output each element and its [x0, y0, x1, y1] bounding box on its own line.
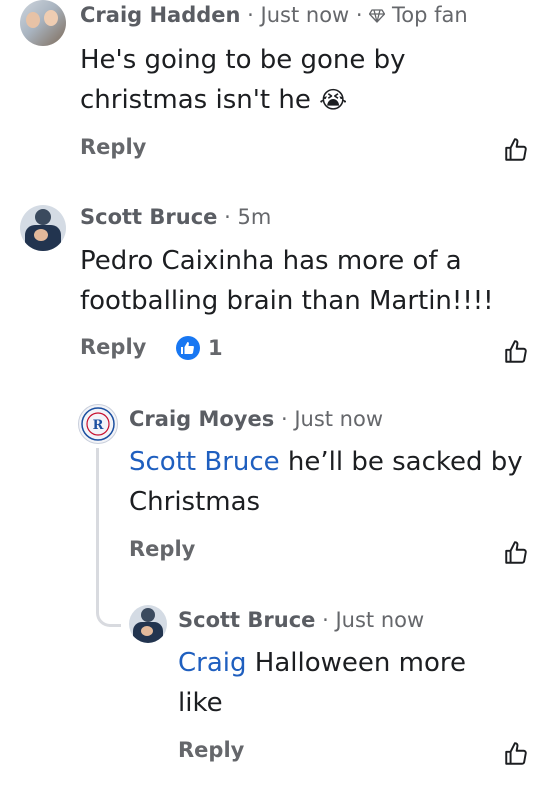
comment-meta: Craig Hadden · Just now · Top fan: [80, 3, 468, 27]
comment-meta: Scott Bruce · 5m: [80, 205, 271, 229]
top-fan-badge: Top fan: [391, 3, 468, 27]
mention-link[interactable]: Scott Bruce: [129, 447, 280, 477]
timestamp[interactable]: Just now: [335, 608, 424, 632]
comment-meta: Scott Bruce · Just now: [178, 608, 424, 632]
thumbs-up-icon[interactable]: [503, 741, 529, 767]
author-name[interactable]: Craig Hadden: [80, 3, 240, 27]
separator: ·: [322, 608, 329, 632]
diamond-icon: [369, 3, 392, 27]
crying-emoji: 😭: [319, 86, 348, 114]
thumbs-up-icon[interactable]: [503, 137, 529, 163]
thread-line: [96, 448, 121, 627]
like-badge-icon: [176, 336, 200, 360]
author-name[interactable]: Scott Bruce: [178, 608, 315, 632]
reaction-count: 1: [208, 336, 223, 360]
author-name[interactable]: Scott Bruce: [80, 205, 217, 229]
svg-text:R: R: [93, 418, 104, 433]
thumbs-up-icon[interactable]: [503, 339, 529, 365]
comment-text: Pedro Caixinha has more of a footballing…: [80, 246, 494, 316]
timestamp[interactable]: 5m: [237, 205, 271, 229]
comment-text: Scott Bruce he’ll be sacked by Christmas: [129, 447, 523, 517]
separator: ·: [280, 407, 288, 431]
timestamp[interactable]: Just now: [261, 3, 350, 27]
reply-button[interactable]: Reply: [80, 135, 146, 159]
separator: ·: [247, 3, 254, 27]
separator: ·: [355, 3, 363, 27]
avatar-scott-bruce[interactable]: [129, 605, 167, 643]
reply-button[interactable]: Reply: [80, 335, 146, 359]
avatar-craig-moyes[interactable]: R: [78, 404, 118, 444]
separator: ·: [224, 205, 231, 229]
mention-link[interactable]: Craig: [178, 648, 247, 678]
reply-button[interactable]: Reply: [178, 738, 244, 762]
avatar-scott-bruce[interactable]: [20, 205, 66, 251]
reply-button[interactable]: Reply: [129, 537, 195, 561]
timestamp[interactable]: Just now: [294, 407, 383, 431]
comment-text: Craig Halloween more like: [178, 648, 466, 718]
avatar-craig-hadden[interactable]: [20, 0, 66, 46]
comment-text: He's going to be gone by christmas isn't…: [80, 45, 406, 115]
author-name[interactable]: Craig Moyes: [129, 407, 274, 431]
reaction-summary[interactable]: 1: [176, 334, 223, 362]
comment-meta: Craig Moyes · Just now: [129, 407, 383, 431]
thumbs-up-icon[interactable]: [503, 540, 529, 566]
